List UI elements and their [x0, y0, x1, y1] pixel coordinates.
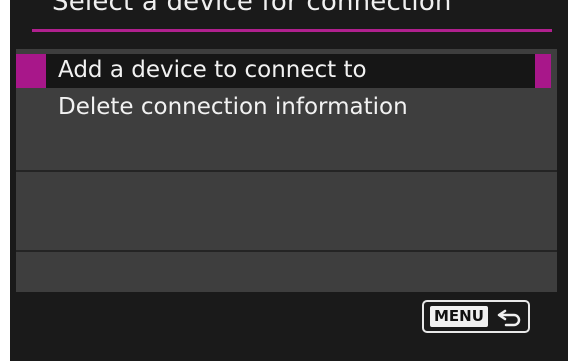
menu-return-button[interactable]: MENU — [422, 300, 530, 333]
title-divider — [32, 29, 552, 32]
menu-item-label: Add a device to connect to — [58, 57, 367, 83]
selection-marker-right — [535, 54, 551, 88]
return-arrow-icon — [497, 309, 521, 326]
screen-title: Select a device for connection — [52, 0, 452, 17]
menu-item-empty — [16, 128, 557, 168]
menu-item-empty — [16, 250, 557, 294]
menu-item-label: Delete connection information — [58, 94, 408, 120]
menu-item-add-device[interactable]: Add a device to connect to — [16, 49, 557, 93]
menu-item-delete-connection[interactable]: Delete connection information — [16, 93, 557, 128]
menu-list: Add a device to connect to Delete connec… — [16, 49, 557, 292]
menu-badge: MENU — [430, 306, 488, 327]
menu-item-empty — [16, 170, 557, 250]
selection-marker-left — [16, 54, 46, 88]
camera-screen: Select a device for connection Add a dev… — [10, 0, 568, 361]
